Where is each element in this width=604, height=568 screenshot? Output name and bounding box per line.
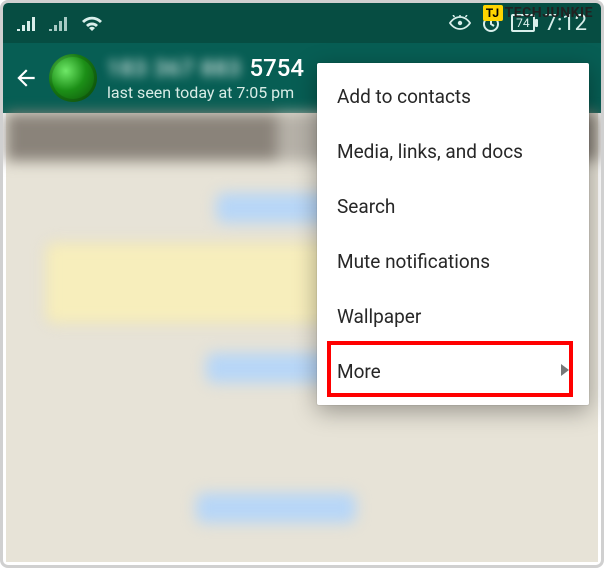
wifi-icon xyxy=(81,15,103,31)
menu-item-label: Search xyxy=(337,195,395,218)
watermark-text: TECHJUNKIE xyxy=(505,5,593,21)
last-seen-text: last seen today at 7:05 pm xyxy=(107,83,304,103)
menu-item-more[interactable]: More xyxy=(317,344,589,399)
contact-number-suffix: 5754 xyxy=(249,53,304,83)
watermark-badge: TJ xyxy=(483,5,503,21)
screenshot-frame: TJTECHJUNKIE 74 7:12 xyxy=(0,0,604,568)
menu-item-label: Add to contacts xyxy=(337,85,471,108)
menu-item-add-to-contacts[interactable]: Add to contacts xyxy=(317,69,589,124)
blurred-bubble xyxy=(196,493,356,523)
contact-number-obscured: 183 367 883 xyxy=(107,56,241,84)
menu-item-mute-notifications[interactable]: Mute notifications xyxy=(317,234,589,289)
menu-item-label: Mute notifications xyxy=(337,250,490,273)
contact-avatar[interactable] xyxy=(49,54,97,102)
back-button[interactable] xyxy=(13,65,39,91)
overflow-menu: Add to contacts Media, links, and docs S… xyxy=(317,63,589,405)
menu-item-media-links-docs[interactable]: Media, links, and docs xyxy=(317,124,589,179)
menu-item-wallpaper[interactable]: Wallpaper xyxy=(317,289,589,344)
status-left xyxy=(17,15,103,31)
chevron-right-icon xyxy=(561,364,569,380)
menu-item-label: Media, links, and docs xyxy=(337,140,523,163)
menu-item-label: Wallpaper xyxy=(337,305,421,328)
contact-titles[interactable]: 183 367 883 5754 last seen today at 7:05… xyxy=(107,53,304,104)
eye-icon xyxy=(449,15,471,31)
contact-name-row: 183 367 883 5754 xyxy=(107,53,304,84)
signal-secondary-icon xyxy=(49,15,67,31)
menu-item-label: More xyxy=(337,360,381,383)
watermark: TJTECHJUNKIE xyxy=(483,5,593,21)
signal-icon xyxy=(17,15,35,31)
menu-item-search[interactable]: Search xyxy=(317,179,589,234)
